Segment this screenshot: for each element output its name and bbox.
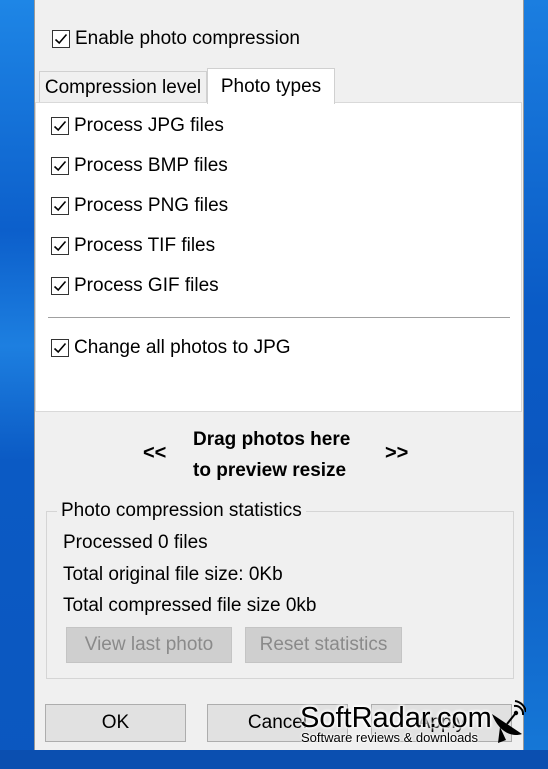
enable-compression-checkbox[interactable]: Enable photo compression xyxy=(52,28,300,50)
drag-instructions-line2: to preview resize xyxy=(193,460,347,481)
photo-types-panel: Process JPG files Process BMP files Proc… xyxy=(35,102,522,412)
checkbox-check-icon[interactable] xyxy=(51,117,69,135)
view-last-photo-label: View last photo xyxy=(84,634,214,655)
ok-label: OK xyxy=(101,712,130,733)
process-jpg-label: Process JPG files xyxy=(74,115,224,136)
compression-dialog: Enable photo compression Compression lev… xyxy=(34,0,524,750)
reset-statistics-button[interactable]: Reset statistics xyxy=(245,627,402,663)
previous-arrow[interactable]: << xyxy=(143,442,166,465)
tab-compression-level[interactable]: Compression level xyxy=(39,71,207,104)
original-size: Total original file size: 0Kb xyxy=(63,564,283,585)
process-tif-checkbox[interactable]: Process TIF files xyxy=(51,235,215,257)
watermark-tagline: Software reviews & downloads xyxy=(301,730,479,745)
enable-compression-label: Enable photo compression xyxy=(75,28,300,49)
cancel-label: Cancel xyxy=(247,712,308,733)
change-to-jpg-label: Change all photos to JPG xyxy=(74,337,291,358)
process-png-label: Process PNG files xyxy=(74,195,229,216)
checkbox-check-icon[interactable] xyxy=(51,277,69,295)
process-gif-checkbox[interactable]: Process GIF files xyxy=(51,275,219,297)
statistics-title: Photo compression statistics xyxy=(57,500,306,522)
desktop-background-right xyxy=(522,0,548,769)
processed-count: Processed 0 files xyxy=(63,532,208,553)
process-tif-label: Process TIF files xyxy=(74,235,216,256)
process-bmp-checkbox[interactable]: Process BMP files xyxy=(51,155,228,177)
change-to-jpg-checkbox[interactable]: Change all photos to JPG xyxy=(51,337,291,359)
desktop-background-left xyxy=(0,0,34,769)
statistics-group: Photo compression statistics Processed 0… xyxy=(46,500,514,679)
checkbox-check-icon[interactable] xyxy=(52,30,70,48)
drag-instructions-line1: Drag photos here xyxy=(193,429,351,450)
checkbox-check-icon[interactable] xyxy=(51,157,69,175)
tab-photo-types[interactable]: Photo types xyxy=(207,68,335,104)
reset-statistics-label: Reset statistics xyxy=(259,634,388,655)
tab-compression-level-label: Compression level xyxy=(44,76,202,98)
process-jpg-checkbox[interactable]: Process JPG files xyxy=(51,115,224,137)
checkbox-check-icon[interactable] xyxy=(51,197,69,215)
desktop-background-bottom xyxy=(0,750,548,769)
softradar-watermark: SoftRadar.com Software reviews & downloa… xyxy=(300,700,548,750)
view-last-photo-button[interactable]: View last photo xyxy=(66,627,232,663)
next-arrow[interactable]: >> xyxy=(385,442,408,465)
drag-drop-preview-area[interactable]: << Drag photos here to preview resize >> xyxy=(35,420,522,486)
checkbox-check-icon[interactable] xyxy=(51,339,69,357)
process-png-checkbox[interactable]: Process PNG files xyxy=(51,195,228,217)
drag-instructions: Drag photos here to preview resize xyxy=(193,424,350,486)
compressed-size: Total compressed file size 0kb xyxy=(63,595,317,616)
checkbox-check-icon[interactable] xyxy=(51,237,69,255)
process-gif-label: Process GIF files xyxy=(74,275,219,296)
process-bmp-label: Process BMP files xyxy=(74,155,228,176)
panel-divider xyxy=(48,317,510,318)
satellite-dish-icon xyxy=(492,700,526,743)
ok-button[interactable]: OK xyxy=(45,704,186,742)
tab-photo-types-label: Photo types xyxy=(220,75,322,97)
